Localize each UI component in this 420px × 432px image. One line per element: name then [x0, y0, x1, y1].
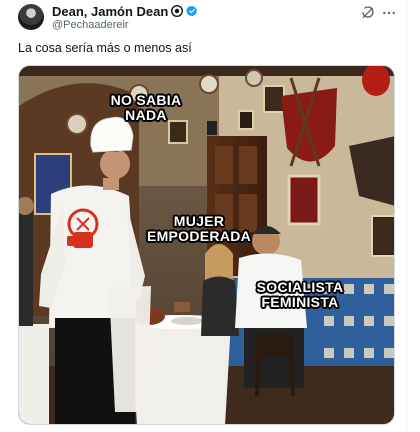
display-name[interactable]: Dean, Jamón Dean — [52, 4, 168, 19]
meme-label-mujer-empoderada: MUJER EMPODERADA — [146, 213, 252, 244]
post-media[interactable]: NO SABIA NADA MUJER EMPODERADA SOCIALIST… — [18, 65, 395, 425]
grok-icon[interactable] — [360, 5, 376, 21]
meme-label-socialista-feminista: SOCIALISTA FEMINISTA — [256, 279, 344, 310]
post-text: La cosa sería más o menos así — [18, 41, 192, 55]
dark-circle-badge-icon — [171, 5, 184, 17]
verified-badge-icon — [186, 5, 198, 17]
avatar[interactable] — [18, 4, 44, 30]
more-options-icon[interactable] — [381, 5, 397, 21]
meme-label-no-sabia-nada: NO SABIA NADA — [110, 92, 182, 123]
handle[interactable]: @Pechaadereir — [52, 19, 129, 31]
author-row: Dean, Jamón Dean — [52, 4, 198, 19]
post-card: Dean, Jamón Dean @Pechaadereir La cosa s… — [0, 0, 407, 432]
meme-photo — [19, 66, 394, 424]
